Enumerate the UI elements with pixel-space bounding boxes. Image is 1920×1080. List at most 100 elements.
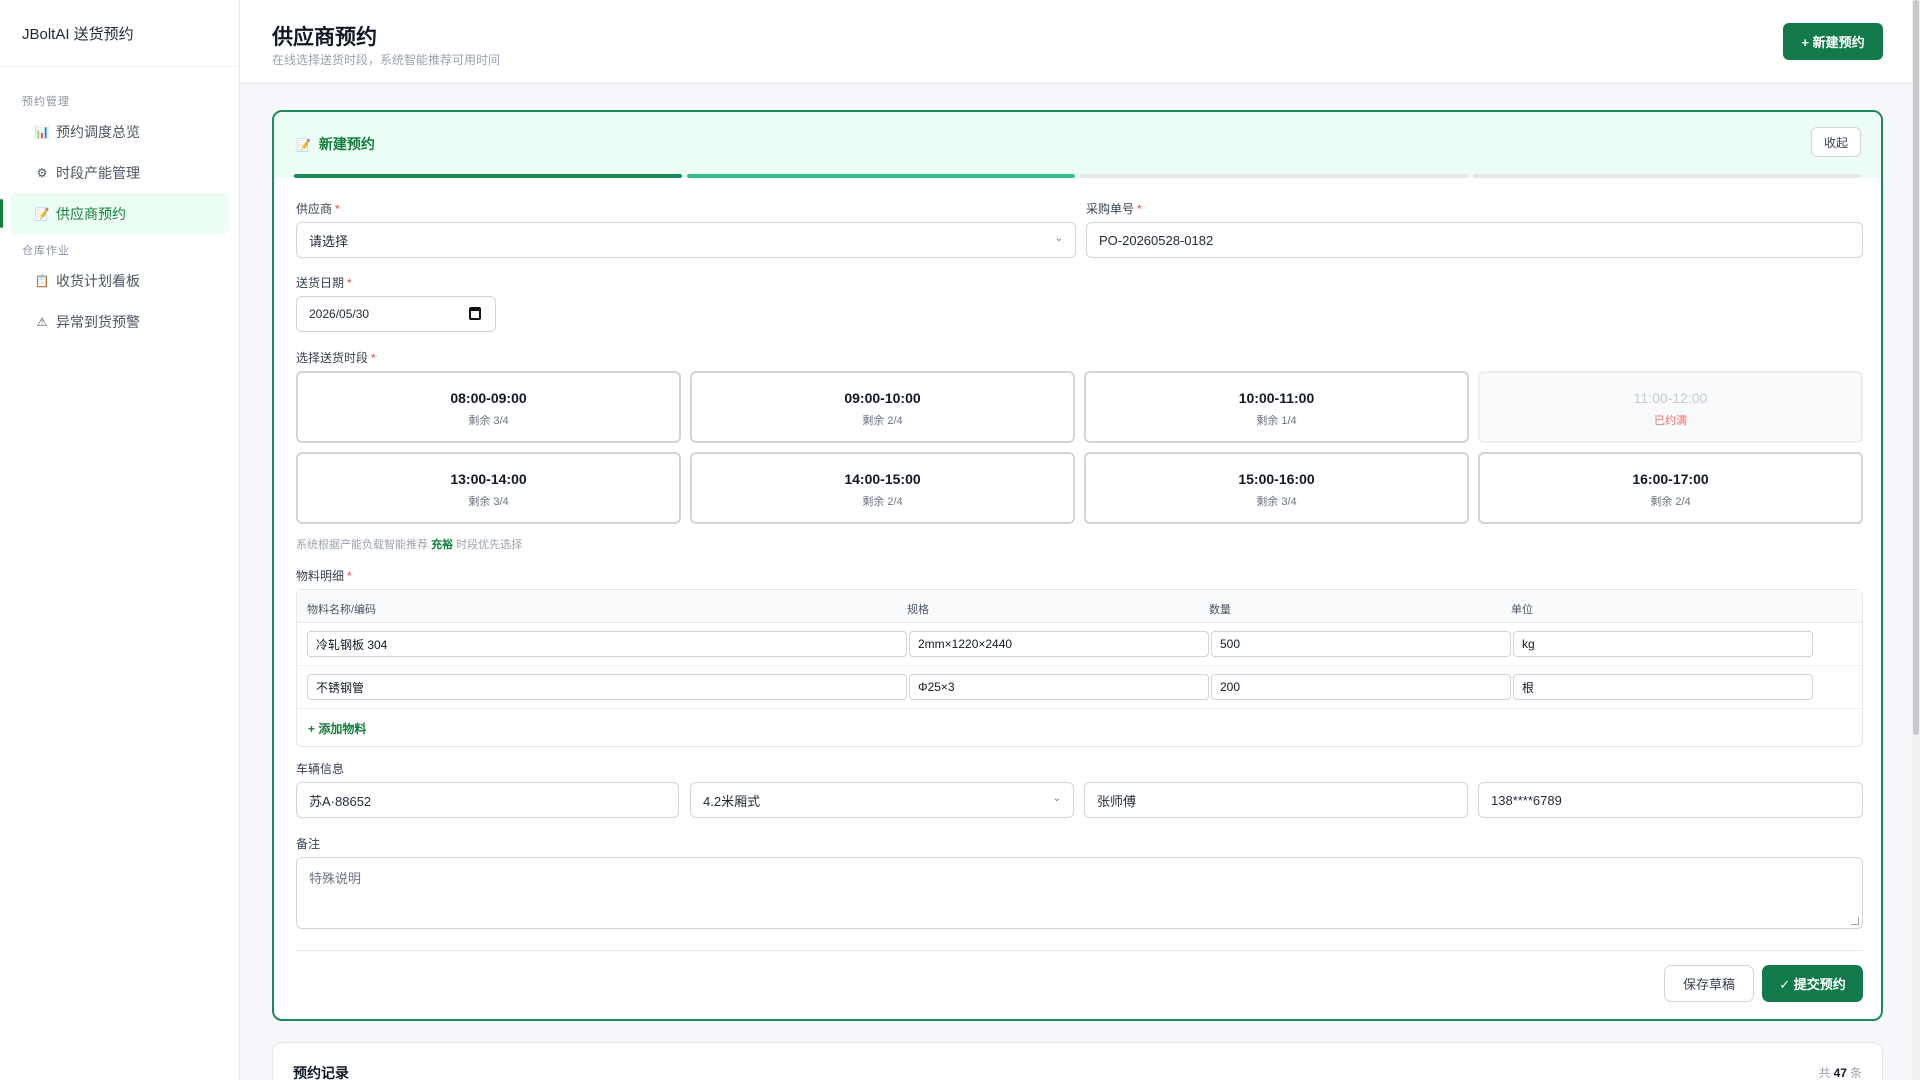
warning-icon: ⚠ [36,314,48,329]
scrollbar[interactable] [1912,0,1920,1080]
sidebar-item-label: 收货计划看板 [56,272,140,289]
delivery-date-input[interactable]: 2026/05/30 [296,296,496,332]
supplier-select-value: 请选择 [309,233,349,249]
hint-text: 时段优先选择 [456,539,523,551]
nav-group-booking: 预约管理 [22,96,70,108]
date-label-text: 送货日期 [296,276,345,290]
sidebar-item-overview[interactable]: 📊 预约调度总览 [10,111,229,152]
step-1 [294,174,682,178]
slot-time: 13:00-14:00 [450,471,527,487]
materials-label: 物料明细 * [296,567,352,584]
scrollbar-thumb[interactable] [1913,0,1919,735]
time-slot-option[interactable]: 10:00-11:00 剩余 1/4 [1084,371,1469,443]
hint-text: 系统根据产能负载智能推荐 [296,539,428,551]
memo-icon: 📝 [34,206,50,221]
time-slot-option[interactable]: 08:00-09:00 剩余 3/4 [296,371,681,443]
sidebar-item-receiving-board[interactable]: 📋 收货计划看板 [10,260,229,301]
time-slot-full: 11:00-12:00 已约满 [1478,371,1863,443]
sidebar-item-label: 供应商预约 [56,205,126,222]
submit-booking-button[interactable]: ✓ 提交预约 [1762,965,1863,1002]
records-count: 共 47 条 [1819,1064,1862,1080]
time-slot-option[interactable]: 13:00-14:00 剩余 3/4 [296,452,681,524]
slot-time: 08:00-09:00 [450,390,527,406]
records-title: 预约记录 [293,1065,349,1080]
vehicle-type-value: 4.2米厢式 [703,793,761,809]
memo-icon: 📝 [296,138,311,152]
slot-remaining: 剩余 1/4 [1256,415,1297,427]
clipboard-icon: 📋 [34,273,50,288]
remark-placeholder: 特殊说明 [309,871,362,886]
materials-label-text: 物料明细 [296,569,345,583]
table-row: 不锈钢管 Φ25×3 200 根 [297,666,1862,709]
slot-remaining: 剩余 2/4 [862,415,903,427]
sidebar-item-label: 时段产能管理 [56,164,140,181]
chart-icon: 📊 [34,124,50,139]
slot-remaining: 剩余 3/4 [1256,496,1297,508]
material-unit-input[interactable]: 根 [1513,674,1813,700]
date-label: 送货日期 * [296,274,352,291]
supplier-label: 供应商 * [296,200,340,217]
new-booking-button[interactable]: + 新建预约 [1783,23,1883,60]
time-slot-option[interactable]: 14:00-15:00 剩余 2/4 [690,452,1075,524]
new-booking-card: 📝 新建预约 收起 供应商 * 请选择 ⌄ 采购单号 * PO-20260528-0… [272,110,1883,1021]
time-slot-option[interactable]: 15:00-16:00 剩余 3/4 [1084,452,1469,524]
material-unit-input[interactable]: kg [1513,631,1813,657]
slot-remaining: 剩余 3/4 [468,415,509,427]
col-qty: 数量 [1209,604,1231,616]
slot-time: 15:00-16:00 [1238,471,1315,487]
required-mark: * [1137,202,1142,216]
slot-label-text: 选择送货时段 [296,351,369,365]
slot-time: 10:00-11:00 [1238,390,1315,406]
po-label: 采购单号 * [1086,200,1142,217]
sidebar: JBoltAI 送货预约 预约管理 📊 预约调度总览 ⚙ 时段产能管理 📝 供应… [0,0,240,1080]
card-title: 📝 新建预约 [296,134,375,154]
required-mark: * [347,569,352,583]
slot-remaining: 已约满 [1654,415,1687,427]
sidebar-item-supplier-booking[interactable]: 📝 供应商预约 [0,193,229,234]
material-name-input[interactable]: 不锈钢管 [307,674,907,700]
col-name: 物料名称/编码 [307,604,377,616]
step-4 [1473,174,1861,178]
slot-time: 09:00-10:00 [844,390,921,406]
resize-handle-icon[interactable] [1851,917,1859,925]
time-slot-option[interactable]: 09:00-10:00 剩余 2/4 [690,371,1075,443]
sidebar-item-label: 异常到货预警 [56,313,140,330]
collapse-button[interactable]: 收起 [1811,127,1861,157]
time-slot-option[interactable]: 16:00-17:00 剩余 2/4 [1478,452,1863,524]
material-spec-input[interactable]: Φ25×3 [909,674,1209,700]
material-name-input[interactable]: 冷轧钢板 304 [307,631,907,657]
slot-remaining: 剩余 3/4 [468,496,509,508]
step-3 [1080,174,1468,178]
sidebar-item-exception-alert[interactable]: ⚠ 异常到货预警 [10,301,229,342]
col-unit: 单位 [1511,604,1533,616]
driver-name-input[interactable]: 张师傅 [1084,782,1468,818]
nav-group-warehouse: 仓库作业 [22,245,70,257]
add-material-button[interactable]: + 添加物料 [308,720,366,737]
card-title-text: 新建预约 [318,136,375,152]
slot-time: 11:00-12:00 [1633,390,1708,406]
sidebar-item-capacity[interactable]: ⚙ 时段产能管理 [10,152,229,193]
save-draft-button[interactable]: 保存草稿 [1664,965,1754,1002]
plate-number-input[interactable]: 苏A·88652 [296,782,679,818]
material-spec-input[interactable]: 2mm×1220×2440 [909,631,1209,657]
material-qty-input[interactable]: 500 [1211,631,1511,657]
brand-title: JBoltAI 送货预约 [0,0,239,67]
calendar-icon[interactable] [469,307,481,320]
supplier-label-text: 供应商 [296,202,333,216]
card-header: 📝 新建预约 收起 [274,112,1881,178]
count-suffix: 条 [1849,1066,1862,1080]
remark-textarea[interactable]: 特殊说明 [296,857,1863,929]
supplier-select[interactable]: 请选择 ⌄ [296,222,1076,258]
table-row: 冷轧钢板 304 2mm×1220×2440 500 kg [297,623,1862,666]
vehicle-type-select[interactable]: 4.2米厢式 ⌄ [690,782,1074,818]
slot-remaining: 剩余 2/4 [862,496,903,508]
chevron-down-icon: ⌄ [1054,233,1063,244]
count-prefix: 共 [1818,1066,1831,1080]
driver-phone-input[interactable]: 138****6789 [1478,782,1863,818]
slot-remaining: 剩余 2/4 [1650,496,1691,508]
page-header: 供应商预约 在线选择送货时段，系统智能推荐可用时间 + 新建预约 [240,0,1920,84]
col-spec: 规格 [907,604,929,616]
material-qty-input[interactable]: 200 [1211,674,1511,700]
po-number-input[interactable]: PO-20260528-0182 [1086,222,1863,258]
materials-table-header: 物料名称/编码 规格 数量 单位 [297,590,1862,623]
